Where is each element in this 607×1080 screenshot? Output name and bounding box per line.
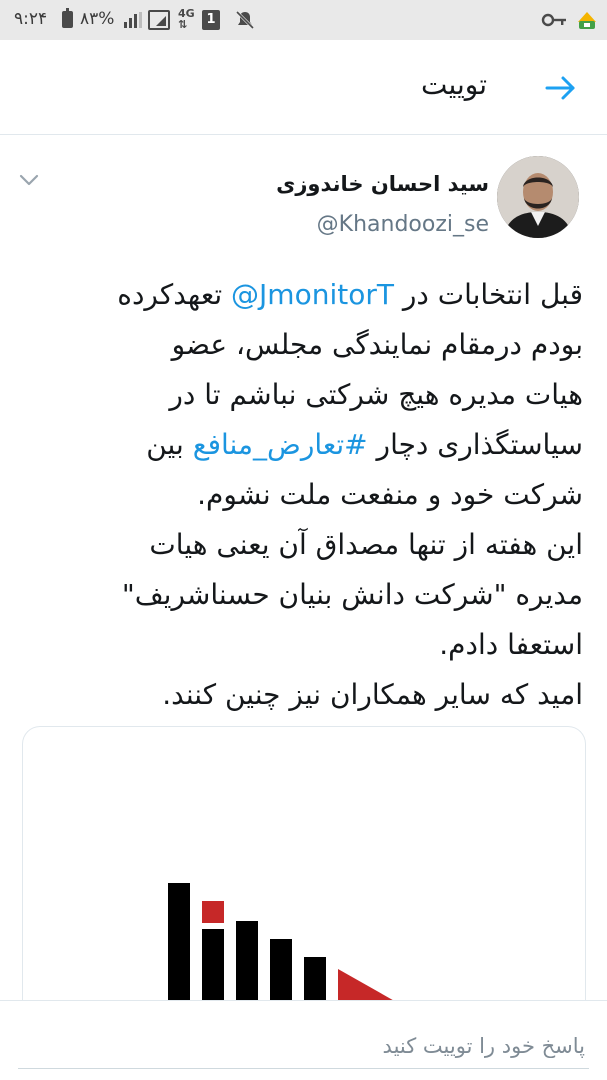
image-notification-icon [148, 10, 170, 30]
network-type: 4G ⇅ [178, 7, 195, 31]
avatar-photo-icon [497, 156, 579, 238]
tweet-line: استعفا دادم. [439, 628, 583, 661]
bar-chart-logo-icon [168, 883, 398, 1003]
tweet-line: قبل انتخابات در @JmonitorT تعهدکرده [117, 278, 583, 311]
tweet-text: قبل انتخابات در @JmonitorT تعهدکرده بودم… [24, 270, 583, 720]
vpn-key-icon [541, 13, 566, 27]
reply-bar [0, 1000, 607, 1080]
page-title: توییت [421, 68, 487, 101]
sim-icon: 1 [202, 10, 220, 30]
tweet-line: این هفته از تنها مصداق آن یعنی هیات [149, 528, 583, 561]
link-card[interactable] [22, 726, 586, 1016]
mention-link[interactable]: @JmonitorT [231, 278, 394, 311]
hashtag-link[interactable]: #تعارض_منافع [193, 428, 368, 461]
avatar[interactable] [497, 156, 579, 238]
reply-input[interactable] [18, 1023, 589, 1069]
battery-icon [62, 8, 73, 28]
author-handle[interactable]: @Khandoozi_se [317, 212, 489, 237]
tweet-line: بودم درمقام نمایندگی مجلس، عضو [171, 328, 583, 361]
status-time: ۹:۲۴ [14, 9, 48, 29]
back-arrow-icon[interactable] [543, 70, 579, 106]
signal-icon [124, 12, 142, 28]
app-header: توییت [0, 40, 607, 135]
tweet-line: امید که سایر همکاران نیز چنین کنند. [162, 678, 583, 711]
app-notification-icon [578, 12, 596, 29]
tweet-line: هیات مدیره هیچ شرکتی نباشم تا در [169, 378, 583, 411]
chevron-down-icon[interactable] [18, 172, 40, 188]
status-bar: ۹:۲۴ ۸۳% 4G ⇅ 1 [0, 0, 607, 40]
battery-level: ۸۳% [80, 9, 115, 29]
tweet-line: مدیره "شرکت دانش بنیان حسناشریف" [121, 578, 583, 611]
tweet-line: سیاستگذاری دچار #تعارض_منافع بین [146, 428, 583, 461]
tweet-line: شرکت خود و منفعت ملت نشوم. [197, 478, 583, 511]
mute-icon [235, 10, 255, 30]
author-name[interactable]: سید احسان خاندوزی [276, 172, 489, 196]
